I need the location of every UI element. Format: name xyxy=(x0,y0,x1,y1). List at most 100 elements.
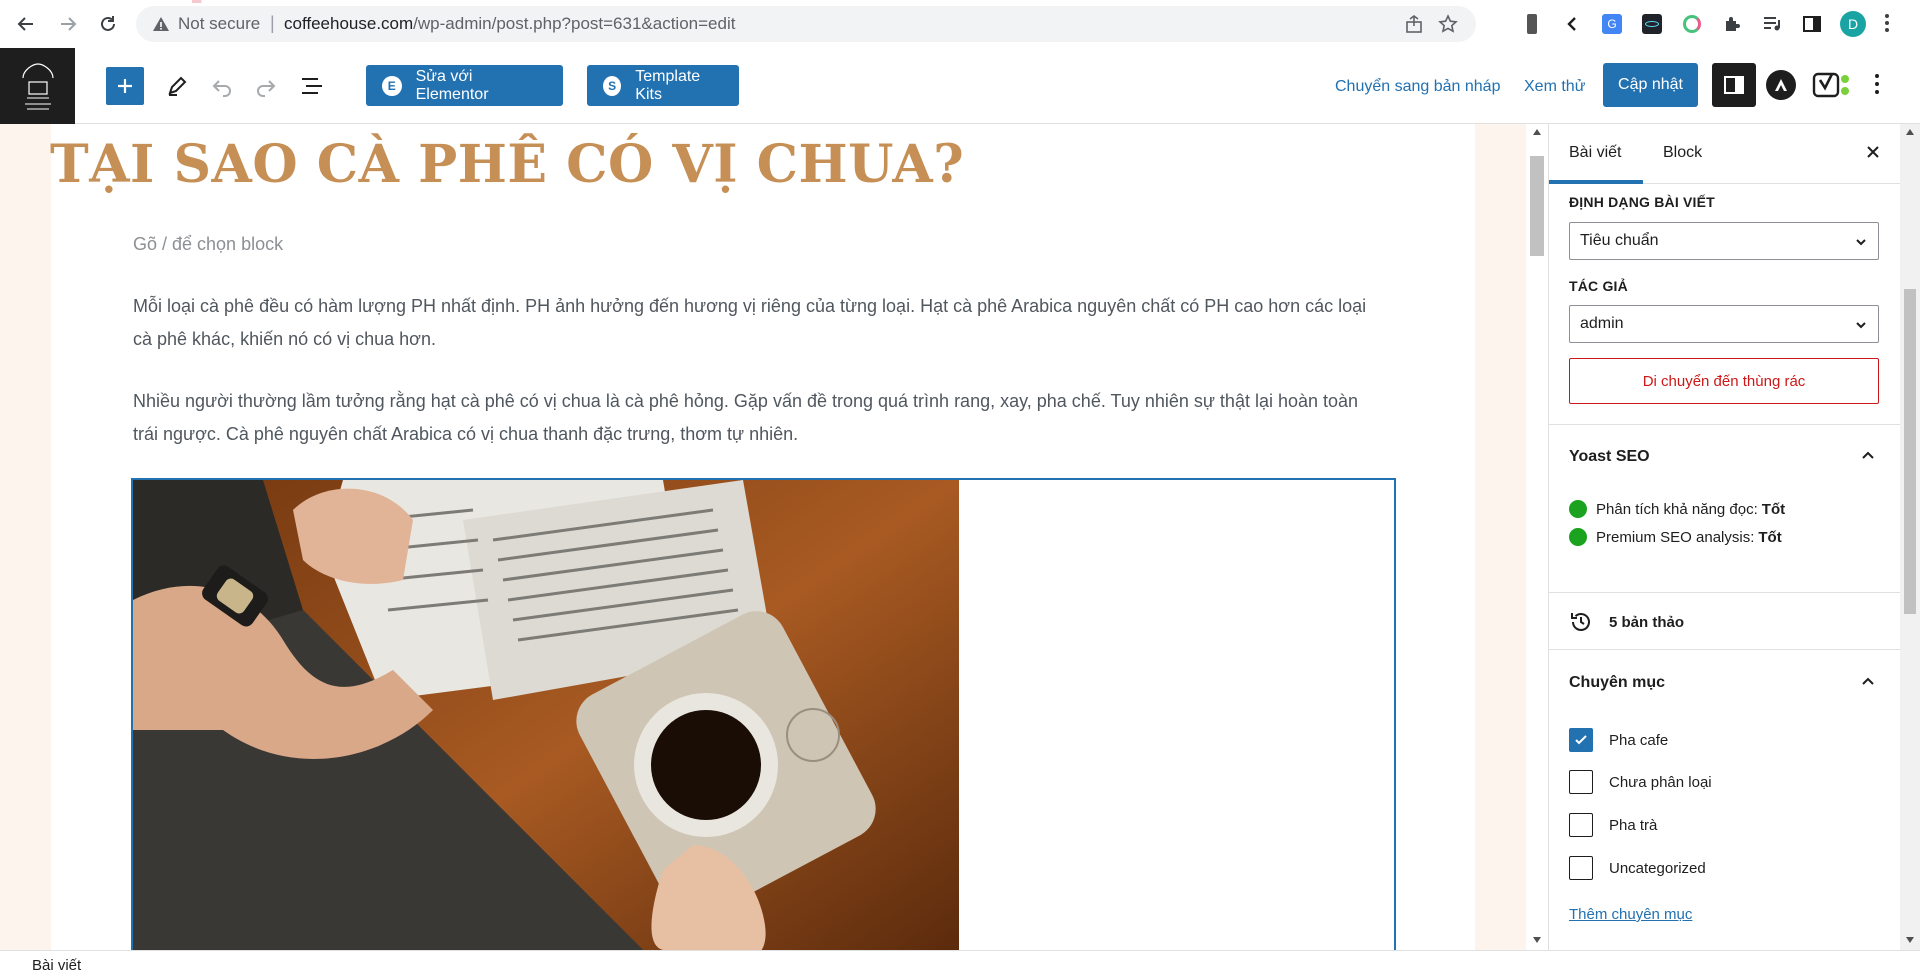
undo-icon[interactable] xyxy=(208,72,236,100)
tab-block[interactable]: Block xyxy=(1663,144,1702,162)
chevron-left-icon[interactable] xyxy=(1560,12,1584,36)
yoast-icon[interactable] xyxy=(1812,68,1852,102)
author-value: admin xyxy=(1580,315,1624,332)
document-overview-icon[interactable] xyxy=(298,72,326,100)
profile-avatar[interactable]: D xyxy=(1840,11,1866,37)
chevron-down-icon xyxy=(1856,322,1866,329)
url-text[interactable]: coffeehouse.com/wp-admin/post.php?post=6… xyxy=(284,14,735,34)
warning-icon[interactable] xyxy=(152,15,170,38)
category-item-pha-cafe[interactable]: Pha cafe xyxy=(1569,728,1668,752)
scroll-up-icon[interactable] xyxy=(1905,128,1915,136)
translate-icon[interactable]: G xyxy=(1600,12,1624,36)
puzzle-extensions-icon[interactable] xyxy=(1720,12,1744,36)
color-picker-icon[interactable] xyxy=(1680,12,1704,36)
category-label: Pha cafe xyxy=(1609,731,1669,749)
preview-button[interactable]: Xem thử xyxy=(1524,78,1585,96)
image-block[interactable] xyxy=(131,478,1396,950)
breadcrumb-item[interactable]: Bài viết xyxy=(32,957,81,974)
template-kits-label: Template Kits xyxy=(635,67,701,103)
active-tab-indicator xyxy=(1549,180,1643,184)
paragraph-block[interactable]: Mỗi loại cà phê đều có hàm lượng PH nhất… xyxy=(133,290,1373,356)
category-label: Uncategorized xyxy=(1609,859,1706,877)
readability-status: Phân tích khả năng đọc: Tốt xyxy=(1569,500,1785,518)
sidebar-scrollbar[interactable] xyxy=(1900,124,1920,950)
sidebar-scroll-thumb[interactable] xyxy=(1904,289,1916,614)
coffee-newspaper-photo xyxy=(133,480,959,950)
readability-label: Phân tích khả năng đọc: xyxy=(1596,500,1758,518)
move-to-trash-button[interactable]: Di chuyển đến thùng rác xyxy=(1569,358,1879,404)
checkbox-checked[interactable] xyxy=(1569,728,1593,752)
chevron-up-icon[interactable] xyxy=(1859,446,1877,464)
scroll-down-icon[interactable] xyxy=(1905,936,1915,944)
post-format-select[interactable]: Tiêu chuẩn xyxy=(1569,222,1879,260)
checkbox[interactable] xyxy=(1569,813,1593,837)
premium-seo-status: Premium SEO analysis: Tốt xyxy=(1569,528,1782,546)
category-label: Pha trà xyxy=(1609,816,1658,834)
checkbox[interactable] xyxy=(1569,770,1593,794)
site-logo[interactable] xyxy=(0,48,75,124)
share-icon[interactable] xyxy=(1404,14,1424,39)
elementor-label: Sửa với Elementor xyxy=(415,67,489,103)
categories-panel-title[interactable]: Chuyên mục xyxy=(1569,674,1665,692)
post-format-label: ĐỊNH DẠNG BÀI VIẾT xyxy=(1569,194,1715,210)
block-breadcrumb-bar: Bài viết xyxy=(0,950,1920,979)
settings-sidebar: Bài viết Block ĐỊNH DẠNG BÀI VIẾT Tiêu c… xyxy=(1548,124,1920,950)
address-bar[interactable]: Not secure | coffeehouse.com/wp-admin/po… xyxy=(136,6,1476,42)
editor-scroll-thumb[interactable] xyxy=(1530,156,1544,256)
divider xyxy=(1549,649,1920,650)
close-icon[interactable] xyxy=(1863,142,1883,167)
redo-icon[interactable] xyxy=(252,72,280,100)
bookmark-star-icon[interactable] xyxy=(1438,14,1458,39)
astra-settings-icon[interactable] xyxy=(1766,70,1796,100)
back-icon[interactable] xyxy=(12,10,40,38)
tab-strip-edge xyxy=(0,0,1920,3)
post-title[interactable]: TẠI SAO CÀ PHÊ CÓ VỊ CHUA? xyxy=(50,134,964,195)
template-kits-icon: S xyxy=(603,75,622,96)
tab-post[interactable]: Bài viết xyxy=(1569,144,1621,162)
checkmark-icon xyxy=(1575,735,1587,745)
options-menu-icon[interactable] xyxy=(1874,72,1880,101)
media-queue-icon[interactable] xyxy=(1760,12,1784,36)
elementor-icon: E xyxy=(382,75,402,96)
url-path: /wp-admin/post.php?post=631&action=edit xyxy=(413,14,736,33)
add-category-link[interactable]: Thêm chuyên mục xyxy=(1569,906,1692,923)
side-panel-icon[interactable] xyxy=(1800,12,1824,36)
revisions-label: 5 bản thảo xyxy=(1609,613,1685,631)
post-format-value: Tiêu chuẩn xyxy=(1580,232,1659,249)
switch-to-draft-button[interactable]: Chuyển sang bản nháp xyxy=(1335,78,1500,96)
smiley-good-icon xyxy=(1569,528,1587,546)
edit-with-elementor-button[interactable]: E Sửa với Elementor xyxy=(366,65,563,106)
editor-scrollbar[interactable] xyxy=(1526,124,1548,950)
update-button[interactable]: Cập nhật xyxy=(1603,63,1698,107)
react-devtools-icon[interactable] xyxy=(1640,12,1664,36)
template-kits-button[interactable]: S Template Kits xyxy=(587,65,739,106)
coffee-logo-icon xyxy=(15,58,61,114)
chevron-up-icon[interactable] xyxy=(1859,672,1877,690)
editor-canvas: TẠI SAO CÀ PHÊ CÓ VỊ CHUA? Gõ / để chọn … xyxy=(0,124,1548,950)
forward-icon[interactable] xyxy=(54,10,82,38)
add-block-button[interactable] xyxy=(106,67,144,105)
yoast-panel-title[interactable]: Yoast SEO xyxy=(1569,448,1650,466)
category-item-chua-phan-loai[interactable]: Chưa phân loại xyxy=(1569,770,1712,794)
sidebar-tabs: Bài viết Block xyxy=(1549,124,1920,184)
sidebar-icon xyxy=(1724,76,1744,94)
scroll-up-icon[interactable] xyxy=(1532,128,1542,136)
checkbox[interactable] xyxy=(1569,856,1593,880)
paragraph-block[interactable]: Nhiều người thường lầm tưởng rằng hạt cà… xyxy=(133,385,1373,451)
browser-menu-icon[interactable] xyxy=(1884,12,1890,39)
premium-seo-label: Premium SEO analysis: xyxy=(1596,528,1755,546)
browser-chrome: Not secure | coffeehouse.com/wp-admin/po… xyxy=(0,0,1920,48)
revisions-link[interactable]: 5 bản thảo xyxy=(1569,610,1684,634)
author-select[interactable]: admin xyxy=(1569,305,1879,343)
settings-sidebar-toggle[interactable] xyxy=(1712,63,1756,107)
security-label: Not secure xyxy=(178,14,261,33)
category-item-pha-tra[interactable]: Pha trà xyxy=(1569,813,1657,837)
extension-icon[interactable] xyxy=(1520,12,1544,36)
scroll-down-icon[interactable] xyxy=(1532,936,1542,944)
address-separator: | xyxy=(270,13,275,33)
block-placeholder[interactable]: Gõ / để chọn block xyxy=(133,234,283,255)
divider xyxy=(1549,592,1920,593)
reload-icon[interactable] xyxy=(94,10,122,38)
pencil-tool-icon[interactable] xyxy=(163,72,191,100)
category-item-uncategorized[interactable]: Uncategorized xyxy=(1569,856,1706,880)
